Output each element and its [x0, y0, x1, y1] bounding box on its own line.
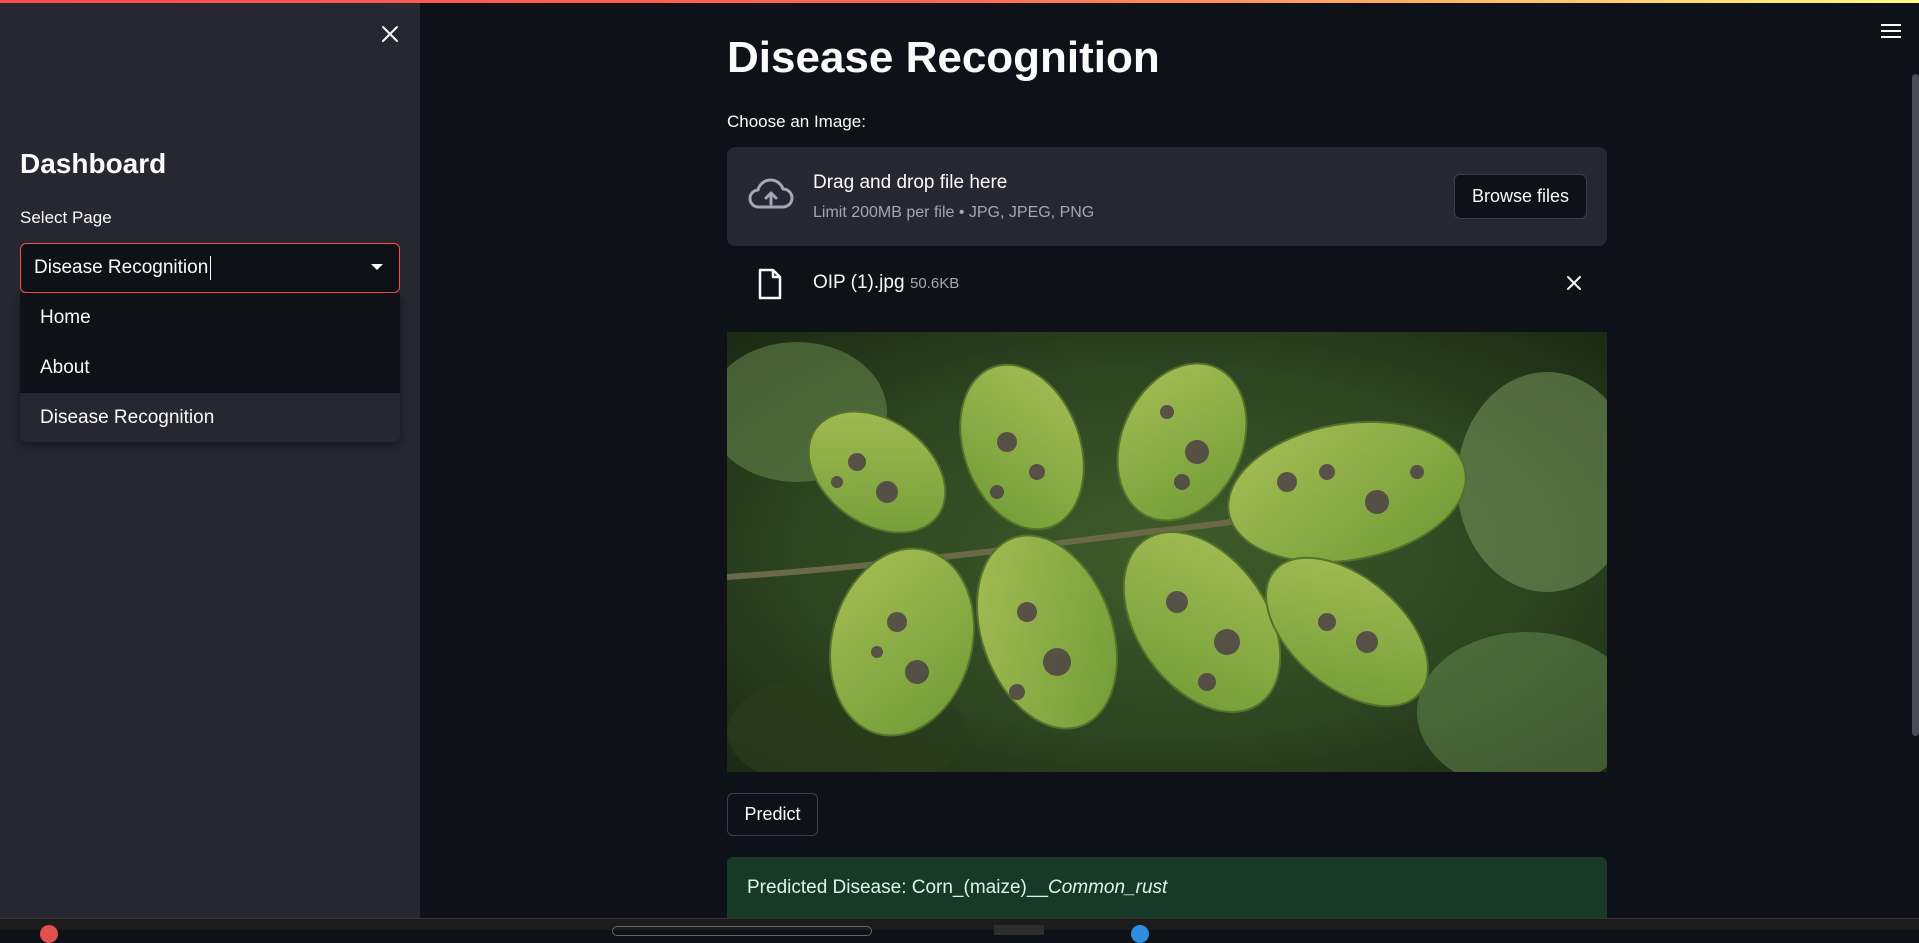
- page-title: Disease Recognition: [727, 33, 1160, 82]
- top-decoration-bar: [0, 0, 1919, 3]
- dropdown-arrow-icon[interactable]: [371, 264, 383, 270]
- main-menu-button[interactable]: [1878, 18, 1904, 44]
- select-page-label: Select Page: [20, 208, 112, 227]
- hamburger-menu-icon: [1881, 24, 1901, 38]
- upload-label: Choose an Image:: [727, 112, 866, 131]
- close-sidebar-button[interactable]: [374, 18, 406, 50]
- prediction-disease: Common_rust: [1047, 876, 1168, 898]
- dropzone-title: Drag and drop file here: [813, 172, 1008, 193]
- sidebar-title: Dashboard: [20, 148, 167, 179]
- file-icon: [758, 268, 782, 300]
- file-dropzone[interactable]: Drag and drop file here Limit 200MB per …: [727, 147, 1607, 246]
- page-select[interactable]: Disease Recognition: [20, 243, 400, 293]
- prediction-result: Predicted Disease: Corn_(maize)__ Common_…: [727, 857, 1607, 918]
- taskbar-search[interactable]: [612, 926, 872, 936]
- predict-button[interactable]: Predict: [727, 793, 818, 836]
- page-dropdown-menu: Home About Disease Recognition: [20, 293, 400, 442]
- dropzone-limit-text: Limit 200MB per file • JPG, JPEG, PNG: [813, 204, 1095, 221]
- dropdown-option-about[interactable]: About: [20, 343, 400, 393]
- sidebar: Dashboard Select Page Disease Recognitio…: [0, 0, 420, 918]
- uploaded-file-row: OIP (1).jpg 50.6KB: [727, 262, 1607, 304]
- remove-file-button[interactable]: [1561, 270, 1587, 296]
- taskbar-app-icon[interactable]: [994, 925, 1044, 935]
- text-caret: [210, 256, 212, 280]
- uploaded-leaf-image: [727, 332, 1607, 772]
- os-taskbar: [0, 918, 1919, 943]
- dropdown-option-home[interactable]: Home: [20, 293, 400, 343]
- page-scrollbar[interactable]: [1912, 74, 1919, 736]
- remove-file-icon: [1567, 276, 1581, 290]
- prediction-prefix: Predicted Disease: Corn_(maize)__: [747, 876, 1048, 898]
- browse-files-button[interactable]: Browse files: [1454, 174, 1587, 219]
- close-icon: [382, 26, 398, 42]
- cloud-upload-icon: [748, 178, 794, 209]
- taskbar-app-icon[interactable]: [40, 925, 58, 943]
- uploaded-file-size: 50.6KB: [910, 275, 960, 292]
- page-select-value: Disease Recognition: [34, 257, 209, 278]
- dropdown-option-disease-recognition[interactable]: Disease Recognition: [20, 393, 400, 442]
- uploaded-file-name: OIP (1).jpg: [813, 272, 905, 293]
- taskbar-app-icon[interactable]: [1131, 925, 1149, 943]
